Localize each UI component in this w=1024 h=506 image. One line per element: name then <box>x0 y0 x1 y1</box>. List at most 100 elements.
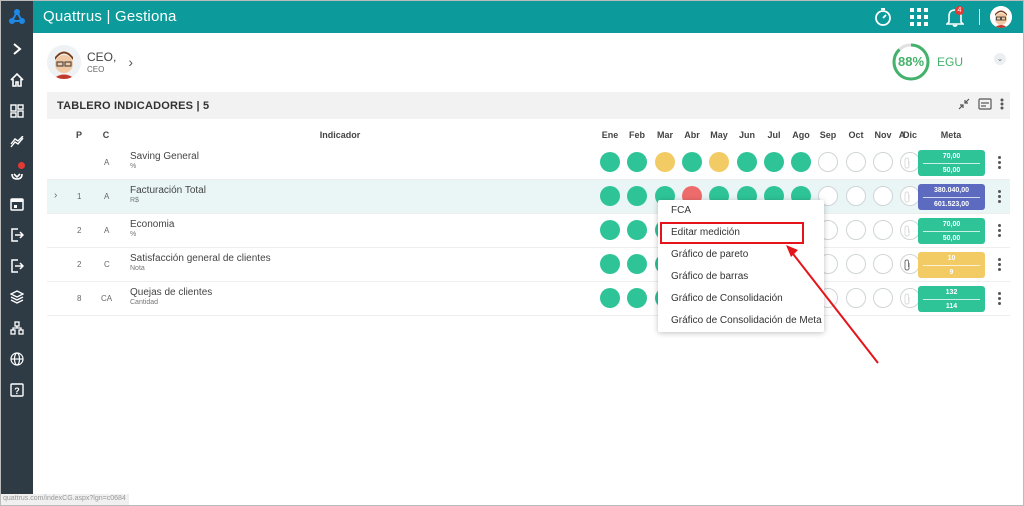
month-status-circle[interactable] <box>627 220 647 240</box>
meta-box[interactable]: 132 114 <box>918 286 985 312</box>
month-status-circle[interactable] <box>791 152 811 172</box>
chevron-right-icon[interactable]: › <box>128 54 133 70</box>
header-a: A <box>898 130 906 140</box>
row-more-icon[interactable] <box>998 156 1002 170</box>
profile-role: CEO <box>87 65 105 74</box>
month-status-circle[interactable] <box>873 152 893 172</box>
table-row[interactable]: › 1 A Facturación Total R$ 380.040,00 601.523,… <box>47 180 1010 214</box>
row-more-icon[interactable] <box>998 258 1002 272</box>
row-more-icon[interactable] <box>998 190 1002 204</box>
row-category: A <box>104 158 110 167</box>
month-status-circle[interactable] <box>600 220 620 240</box>
attachment-icon[interactable] <box>903 190 911 203</box>
header-month: Ago <box>792 130 810 140</box>
month-status-circle[interactable] <box>600 186 620 206</box>
attachment-icon[interactable] <box>903 258 911 271</box>
trend-icon[interactable] <box>0 126 33 157</box>
alert-icon[interactable] <box>0 157 33 188</box>
timer-icon[interactable] <box>865 0 901 33</box>
org-chart-icon[interactable] <box>0 312 33 343</box>
card-view-icon[interactable] <box>978 97 992 115</box>
meta-value: 50,00 <box>942 235 961 242</box>
month-status-circle[interactable] <box>600 254 620 274</box>
header-month: Oct <box>848 130 864 140</box>
score-indicator: 88% EGU <box>891 42 963 82</box>
panel-more-icon[interactable] <box>1000 97 1004 115</box>
indicator-name[interactable]: Economia <box>130 219 174 230</box>
dashboard-icon[interactable] <box>0 95 33 126</box>
table-row[interactable]: A Saving General% 70,00 50,00 <box>47 146 1010 180</box>
month-status-circle[interactable] <box>600 288 620 308</box>
indicator-unit: % <box>130 231 137 238</box>
indicator-name[interactable]: Quejas de clientes <box>130 287 212 298</box>
compress-icon[interactable] <box>958 97 970 115</box>
month-status-circle[interactable] <box>655 152 675 172</box>
month-status-circle[interactable] <box>682 152 702 172</box>
indicator-unit: Nota <box>130 265 145 272</box>
row-more-icon[interactable] <box>998 292 1002 306</box>
indicator-unit: R$ <box>130 197 139 204</box>
meta-box[interactable]: 70,00 50,00 <box>918 150 985 176</box>
topbar-divider <box>979 8 980 25</box>
panel-title: TABLERO INDICADORES | 5 <box>57 99 210 112</box>
profile-avatar <box>47 45 81 79</box>
header-month: Feb <box>628 130 646 140</box>
month-status-circle[interactable] <box>846 152 866 172</box>
month-status-circle[interactable] <box>627 186 647 206</box>
row-priority: 2 <box>77 226 82 235</box>
month-status-circle[interactable] <box>846 186 866 206</box>
month-status-circle[interactable] <box>709 152 729 172</box>
help-icon[interactable]: ? <box>0 374 33 405</box>
meta-box[interactable]: 380.040,00 601.523,00 <box>918 184 985 210</box>
profile-selector[interactable]: CEO, CEO › <box>47 45 133 79</box>
attachment-icon[interactable] <box>903 156 911 169</box>
month-status-circle[interactable] <box>764 152 784 172</box>
month-status-circle[interactable] <box>627 254 647 274</box>
collapse-header-button[interactable]: ⌄ <box>994 53 1006 65</box>
profile-name: CEO, <box>87 50 117 64</box>
layers-icon[interactable] <box>0 281 33 312</box>
month-status-circle[interactable] <box>627 152 647 172</box>
month-status-circle[interactable] <box>600 152 620 172</box>
month-status-circle[interactable] <box>627 288 647 308</box>
indicator-name[interactable]: Facturación Total <box>130 185 206 196</box>
month-status-circle[interactable] <box>873 186 893 206</box>
app-logo-icon[interactable] <box>0 0 33 33</box>
meta-box[interactable]: 10 9 <box>918 252 985 278</box>
indicator-unit: % <box>130 163 137 170</box>
menu-item[interactable]: FCA <box>658 200 824 222</box>
meta-value: 114 <box>945 303 958 310</box>
row-category: CA <box>101 294 113 303</box>
home-icon[interactable] <box>0 64 33 95</box>
expand-row-chevron-icon[interactable]: › <box>54 190 57 201</box>
apps-grid-icon[interactable] <box>901 0 937 33</box>
globe-icon[interactable] <box>0 343 33 374</box>
header-month: Sep <box>819 130 837 140</box>
bell-icon[interactable]: 4 <box>937 0 973 33</box>
header-month: Nov <box>874 130 892 140</box>
import-icon[interactable] <box>0 250 33 281</box>
row-more-icon[interactable] <box>998 224 1002 238</box>
meta-target: 380.040,00 <box>933 187 970 194</box>
meta-target: 70,00 <box>942 221 961 228</box>
indicator-unit: Cantidad <box>130 299 159 306</box>
header-month: Abr <box>684 130 700 140</box>
month-status-circle[interactable] <box>737 152 757 172</box>
panel-header: TABLERO INDICADORES | 5 <box>47 92 1010 119</box>
meta-box[interactable]: 70,00 50,00 <box>918 218 985 244</box>
attachment-icon[interactable] <box>903 224 911 237</box>
svg-text:?: ? <box>14 386 20 396</box>
header-month: May <box>710 130 728 140</box>
user-avatar[interactable] <box>990 5 1012 28</box>
attachment-icon[interactable] <box>903 292 911 305</box>
row-category: A <box>104 226 110 235</box>
alert-badge <box>18 162 25 169</box>
month-status-circle[interactable] <box>846 220 866 240</box>
indicator-name[interactable]: Saving General <box>130 151 199 162</box>
month-status-circle[interactable] <box>818 152 838 172</box>
calendar-icon[interactable] <box>0 188 33 219</box>
month-status-circle[interactable] <box>873 220 893 240</box>
sidebar-expand-chevron-icon[interactable] <box>0 33 33 64</box>
export-icon[interactable] <box>0 219 33 250</box>
indicator-name[interactable]: Satisfacción general de clientes <box>130 253 271 264</box>
